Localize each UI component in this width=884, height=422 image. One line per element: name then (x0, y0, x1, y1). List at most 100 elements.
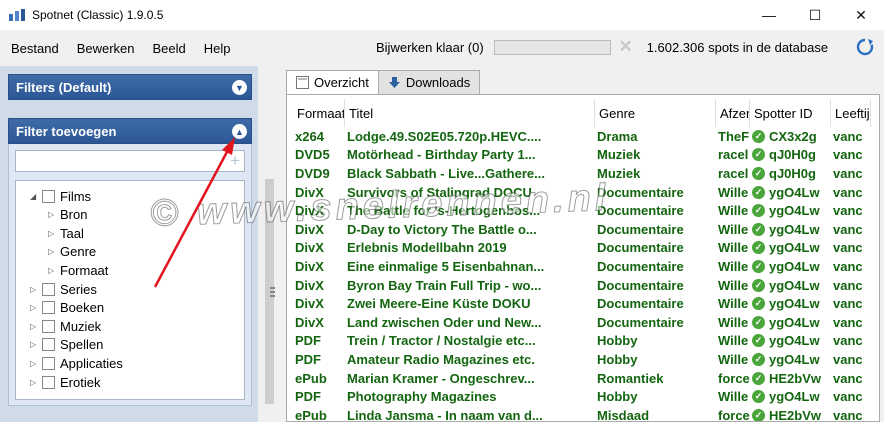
chevron-up-icon[interactable]: ▲ (232, 124, 247, 139)
cell-text: Hobby (597, 351, 638, 367)
column-header[interactable]: Genre (595, 99, 716, 127)
table-row[interactable]: PDF Photography Magazines Hobby Wille ✓ ygO4L… (293, 387, 871, 406)
tree-item-genre[interactable]: ▷ Genre (48, 243, 96, 261)
table-row[interactable]: DVD9 Black Sabbath - Live...Gathere... Muz… (293, 164, 871, 183)
cell-text: qJ0H0g (769, 147, 816, 163)
cell-text: The Battle for 's-Hertogenbos... (347, 203, 541, 219)
collapsed-triangle-icon[interactable]: ▷ (30, 322, 42, 331)
cell-text: ygO4Lw (769, 351, 820, 367)
collapsed-triangle-icon[interactable]: ▷ (30, 303, 42, 312)
table-cell: ✓ ygO4Lw (750, 294, 831, 313)
scrollbar-thumb[interactable] (265, 179, 275, 404)
table-cell: vanc (831, 406, 871, 421)
tree-item-films[interactable]: ◢ Films (30, 187, 91, 205)
table-cell: DivX (293, 276, 345, 295)
table-row[interactable]: x264 Lodge.49.S02E05.720p.HEVC.... Drama Th… (293, 127, 871, 146)
table-row[interactable]: DivX Survivors of Stalingrad DOCU Document… (293, 183, 871, 202)
menu-beeld[interactable]: Beeld (146, 41, 193, 56)
cancel-update-icon[interactable]: ✕ (617, 38, 635, 56)
cell-text: Survivors of Stalingrad DOCU (347, 184, 532, 200)
column-header[interactable]: Titel (345, 99, 595, 127)
table-cell: Byron Bay Train Full Trip - wo... (345, 276, 595, 295)
table-row[interactable]: DivX Erlebnis Modellbahn 2019 Documentaire… (293, 239, 871, 258)
column-header[interactable]: Formaat (293, 99, 345, 127)
menu-bewerken[interactable]: Bewerken (70, 41, 142, 56)
tree-item-formaat[interactable]: ▷ Formaat (48, 261, 108, 279)
grip-line (270, 287, 275, 289)
table-row[interactable]: PDF Trein / Tractor / Nostalgie etc... Hob… (293, 332, 871, 351)
collapsed-triangle-icon[interactable]: ▷ (30, 359, 42, 368)
table-cell: Wille (716, 201, 750, 220)
refresh-icon[interactable] (855, 37, 875, 57)
close-button[interactable]: ✕ (838, 0, 884, 30)
column-header[interactable]: Afzender (716, 99, 750, 127)
table-cell: Wille (716, 387, 750, 406)
cell-text: PDF (295, 389, 321, 405)
collapsed-triangle-icon[interactable]: ▷ (48, 210, 60, 219)
maximize-button[interactable]: ☐ (792, 0, 838, 30)
tree-item-bron[interactable]: ▷ Bron (48, 206, 87, 224)
tree-checkbox[interactable] (42, 375, 55, 389)
update-status: Bijwerken klaar (0) ✕ 1.602.306 spots in… (376, 38, 828, 56)
tree-checkbox[interactable] (42, 282, 55, 296)
table-row[interactable]: DivX Byron Bay Train Full Trip - wo... Doc… (293, 276, 871, 295)
table-cell: Wille (716, 276, 750, 295)
table-cell: Wille (716, 183, 750, 202)
table-cell: PDF (293, 350, 345, 369)
tree-checkbox[interactable] (42, 356, 55, 370)
tree-item-taal[interactable]: ▷ Taal (48, 224, 84, 242)
tree-checkbox[interactable] (42, 301, 55, 315)
minimize-button[interactable]: — (746, 0, 792, 30)
tree-checkbox[interactable] (42, 338, 55, 352)
tab-overzicht[interactable]: Overzicht (286, 70, 379, 94)
collapsed-triangle-icon[interactable]: ▷ (48, 266, 60, 275)
table-row[interactable]: DVD5 Motörhead - Birthday Party 1... Muzie… (293, 146, 871, 165)
table-row[interactable]: PDF Amateur Radio Magazines etc. Hobby Will… (293, 350, 871, 369)
tree-item-boeken[interactable]: ▷ Boeken (30, 299, 104, 317)
cell-text: ygO4Lw (769, 389, 820, 405)
filter-panel-scrollbar[interactable] (262, 66, 276, 406)
tree-item-series[interactable]: ▷ Series (30, 280, 97, 298)
table-cell: vanc (831, 350, 871, 369)
tree-item-label: Spellen (60, 337, 104, 353)
column-header[interactable]: Spotter ID (750, 99, 831, 127)
table-row[interactable]: DivX The Battle for 's-Hertogenbos... Docu… (293, 201, 871, 220)
table-row[interactable]: DivX Zwei Meere-Eine Küste DOKU Documentai… (293, 294, 871, 313)
tree-checkbox[interactable] (42, 319, 55, 333)
tree-item-spellen[interactable]: ▷ Spellen (30, 336, 103, 354)
collapsed-triangle-icon[interactable]: ▷ (30, 378, 42, 387)
table-row[interactable]: ePub Marian Kramer - Ongeschrev... Romanti… (293, 369, 871, 388)
cell-text: DivX (295, 184, 324, 200)
add-filter-icon[interactable]: + (230, 151, 240, 171)
table-cell: vanc (831, 294, 871, 313)
table-row[interactable]: DivX Eine einmalige 5 Eisenbahnan... Docum… (293, 257, 871, 276)
tree-checkbox[interactable] (42, 189, 55, 203)
table-row[interactable]: DivX Land zwischen Oder und New... Documen… (293, 313, 871, 332)
table-cell: Wille (716, 350, 750, 369)
chevron-down-icon[interactable]: ▼ (232, 80, 247, 95)
collapsed-triangle-icon[interactable]: ▷ (48, 229, 60, 238)
filter-add-header[interactable]: Filter toevoegen ▲ (8, 118, 252, 144)
tab-downloads[interactable]: Downloads (377, 70, 481, 94)
collapsed-triangle-icon[interactable]: ▷ (48, 247, 60, 256)
tree-item-erotiek[interactable]: ▷ Erotiek (30, 373, 100, 391)
table-row[interactable]: DivX D-Day to Victory The Battle o... Docu… (293, 220, 871, 239)
filters-default-header[interactable]: Filters (Default) ▼ (8, 74, 252, 100)
menu-bestand[interactable]: Bestand (4, 41, 66, 56)
table-row[interactable]: ePub Linda Jansma - In naam van d... Misda… (293, 406, 871, 421)
expanded-triangle-icon[interactable]: ◢ (30, 192, 42, 201)
tree-item-muziek[interactable]: ▷ Muziek (30, 317, 101, 335)
filter-search-input[interactable]: + (15, 150, 245, 172)
column-header[interactable]: Leeftijd (831, 99, 871, 127)
cell-text: Wille (718, 333, 749, 349)
cell-text: PDF (295, 333, 321, 349)
collapsed-triangle-icon[interactable]: ▷ (30, 285, 42, 294)
menu-help[interactable]: Help (197, 41, 238, 56)
tree-item-label: Formaat (60, 262, 109, 278)
tree-item-applicaties[interactable]: ▷ Applicaties (30, 354, 123, 372)
tree-item-label: Erotiek (60, 374, 101, 390)
collapsed-triangle-icon[interactable]: ▷ (30, 340, 42, 349)
cell-text: Muziek (597, 165, 641, 181)
cell-text: Documentaire (597, 203, 684, 219)
cell-text: Motörhead - Birthday Party 1... (347, 147, 536, 163)
